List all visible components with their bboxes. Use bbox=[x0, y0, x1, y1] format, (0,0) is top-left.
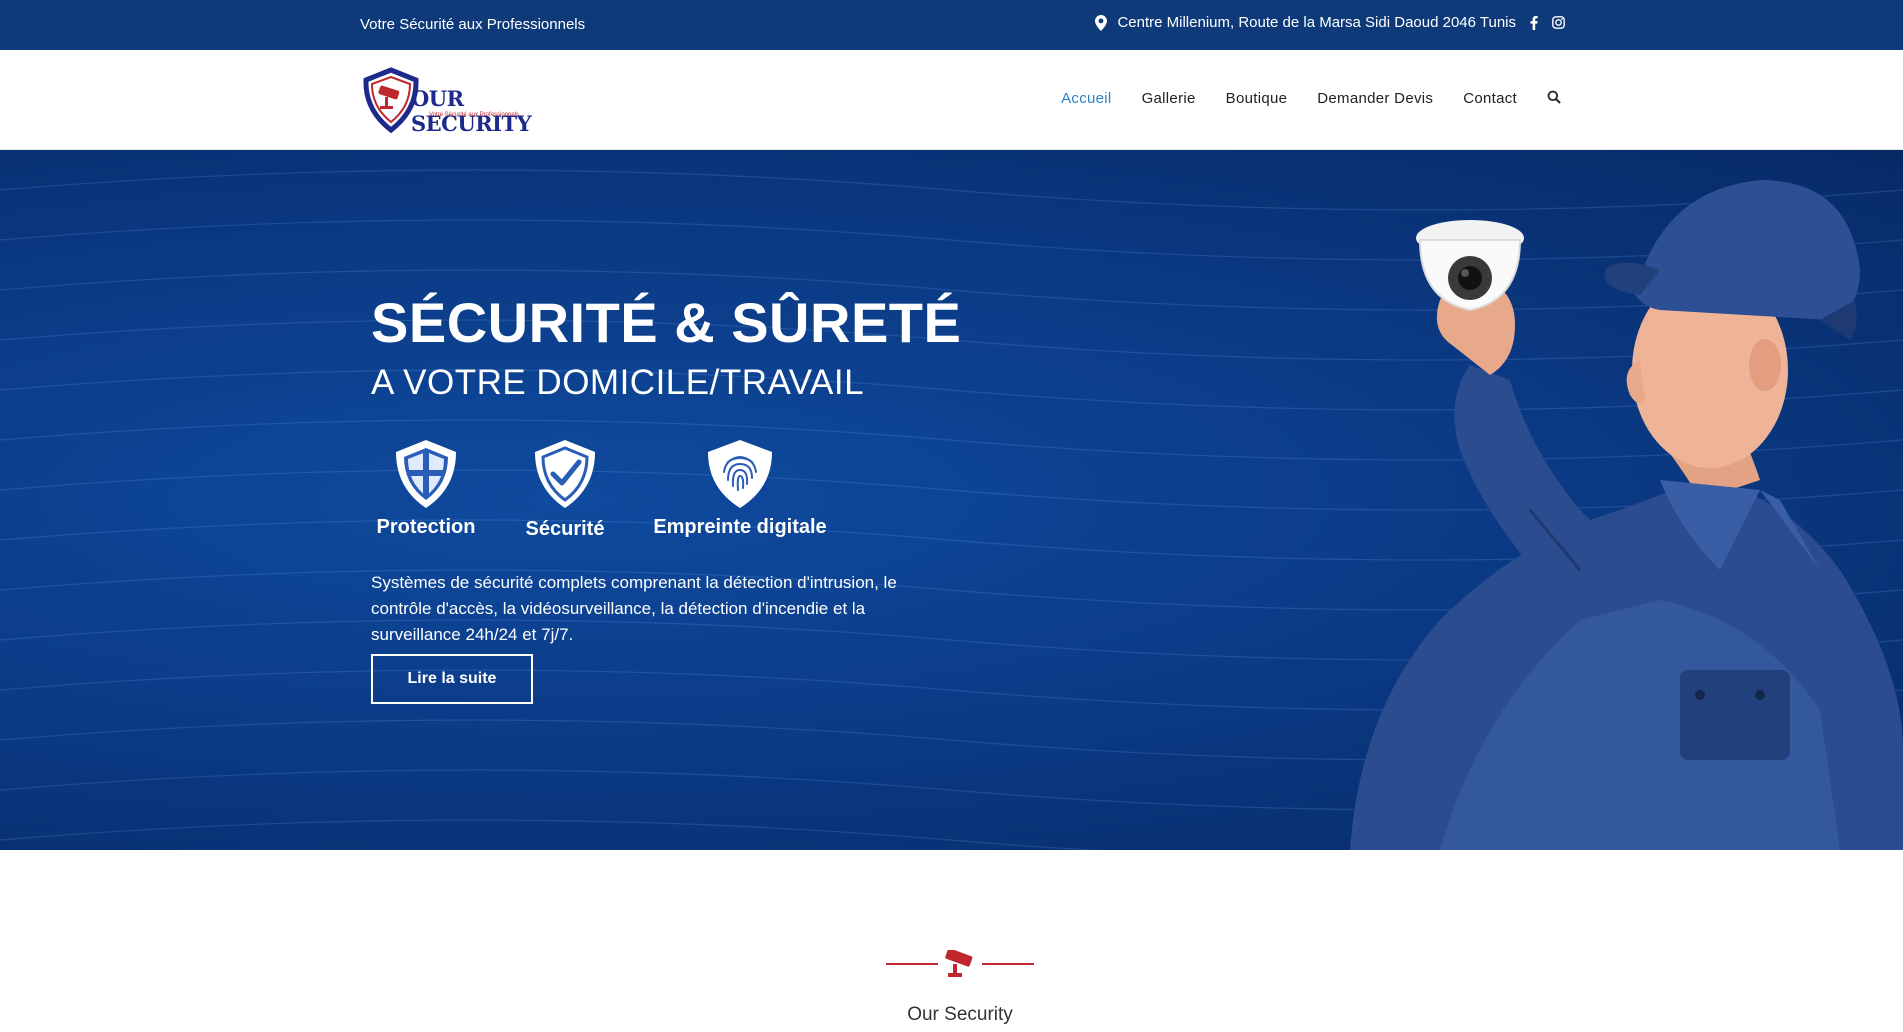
topbar-address-text: Centre Millenium, Route de la Marsa Sidi… bbox=[1117, 14, 1516, 31]
nav-item-boutique[interactable]: Boutique bbox=[1226, 90, 1288, 107]
nav-item-gallerie[interactable]: Gallerie bbox=[1142, 90, 1196, 107]
hero-title: SÉCURITÉ & SÛRETÉ bbox=[371, 291, 962, 354]
feature-empreinte-label: Empreinte digitale bbox=[653, 516, 827, 538]
section-divider bbox=[886, 950, 1034, 977]
section-title: Our Security bbox=[907, 1004, 1013, 1025]
hero-subtitle: A VOTRE DOMICILE/TRAVAIL bbox=[371, 363, 865, 402]
hero-description: Systèmes de sécurité complets comprenant… bbox=[371, 573, 897, 644]
feature-empreinte-digitale: Empreinte digitale bbox=[645, 438, 835, 539]
logo-subtext: Votre Sécurité aux Professionnels bbox=[429, 112, 520, 118]
topbar-right: Centre Millenium, Route de la Marsa Sidi… bbox=[1095, 14, 1565, 31]
facebook-icon[interactable] bbox=[1530, 15, 1538, 30]
logo-text: OUR SECURITY bbox=[411, 86, 532, 136]
main-nav: Accueil Gallerie Boutique Demander Devis… bbox=[1061, 90, 1563, 107]
topbar-address: Centre Millenium, Route de la Marsa Sidi… bbox=[1095, 14, 1516, 31]
read-more-button[interactable]: Lire la suite bbox=[371, 654, 533, 704]
feature-securite-label: Sécurité bbox=[525, 518, 605, 540]
site-header: OUR SECURITY Votre Sécurité aux Professi… bbox=[0, 50, 1903, 150]
search-icon[interactable] bbox=[1547, 90, 1563, 106]
feature-protection: Protection bbox=[371, 438, 481, 539]
technician-illustration bbox=[1350, 180, 1903, 850]
shield-cross-icon bbox=[396, 440, 456, 508]
map-pin-icon bbox=[1095, 14, 1108, 31]
topbar-tagline: Votre Sécurité aux Professionnels bbox=[360, 16, 586, 33]
shield-check-icon bbox=[535, 440, 595, 508]
nav-item-accueil[interactable]: Accueil bbox=[1061, 90, 1111, 107]
feature-protection-label: Protection bbox=[376, 516, 476, 538]
nav-item-contact[interactable]: Contact bbox=[1463, 90, 1517, 107]
nav-item-demander-devis[interactable]: Demander Devis bbox=[1317, 90, 1433, 107]
our-security-section: Our Security bbox=[0, 850, 1903, 1032]
shield-fingerprint-icon bbox=[708, 440, 772, 508]
hero-banner: SÉCURITÉ & SÛRETÉ A VOTRE DOMICILE/TRAVA… bbox=[0, 150, 1903, 850]
feature-securite: Sécurité bbox=[510, 438, 620, 541]
site-logo[interactable]: OUR SECURITY Votre Sécurité aux Professi… bbox=[361, 66, 541, 136]
instagram-icon[interactable] bbox=[1552, 16, 1565, 29]
cctv-camera-icon bbox=[945, 950, 973, 977]
top-bar: Votre Sécurité aux Professionnels Centre… bbox=[0, 0, 1903, 50]
